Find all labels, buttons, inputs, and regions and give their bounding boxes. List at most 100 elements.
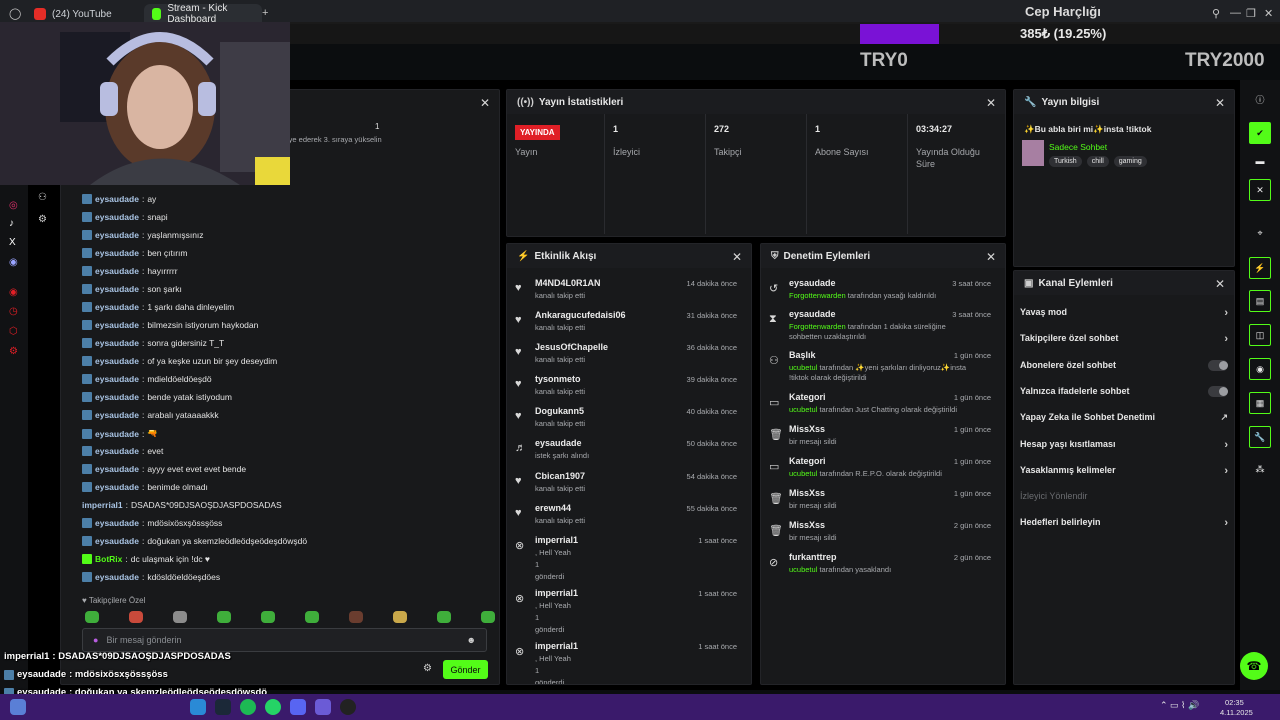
emote[interactable] [173, 611, 187, 623]
chat-username[interactable]: eysaudade [95, 302, 139, 312]
channel-action[interactable]: Yavaş mod › [1020, 307, 1228, 325]
channel-action[interactable]: Hedefleri belirleyin › [1020, 517, 1228, 535]
clock-icon[interactable]: ◷ [9, 306, 18, 317]
toggle-switch[interactable] [1208, 385, 1228, 397]
whatsapp-icon[interactable] [265, 699, 281, 715]
gear-icon[interactable]: ⚙ [9, 346, 18, 357]
moderator-name[interactable]: Forgottenwarden [789, 322, 846, 331]
chat-username[interactable]: eysaudade [95, 284, 139, 294]
moderator-name[interactable]: ucubetul [789, 565, 817, 574]
toggle-switch[interactable] [1208, 359, 1228, 371]
activity-username[interactable]: erewn44 [535, 503, 571, 513]
chat-username[interactable]: eysaudade [95, 356, 139, 366]
broadcast-icon[interactable]: ◉ [1249, 358, 1271, 380]
crosshair-icon[interactable]: ⌖ [1249, 222, 1271, 244]
moderation-target[interactable]: MissXss [789, 488, 825, 498]
minimize-icon[interactable]: — [1230, 7, 1241, 19]
chat-username[interactable]: eysaudade [95, 212, 139, 222]
moderation-target[interactable]: furkanttrep [789, 552, 837, 562]
steam-icon[interactable] [215, 699, 231, 715]
moderation-target[interactable]: MissXss [789, 424, 825, 434]
category-link[interactable]: Sadece Sohbet [1049, 142, 1107, 152]
emote[interactable] [217, 611, 231, 623]
app-icon[interactable] [315, 699, 331, 715]
activity-username[interactable]: Dogukann5 [535, 406, 584, 416]
moderation-target[interactable]: eysaudade [789, 278, 836, 288]
chat-icon[interactable]: ◫ [1249, 324, 1271, 346]
document-icon[interactable]: ▤ [1249, 290, 1271, 312]
spotify-icon[interactable] [240, 699, 256, 715]
chat-settings-icon[interactable]: ⚙ [423, 663, 432, 674]
activity-username[interactable]: imperrial1 [535, 535, 578, 545]
emote[interactable] [305, 611, 319, 623]
mic-icon[interactable]: ● [93, 635, 98, 645]
channel-action[interactable]: Yapay Zeka ile Sohbet Denetimi ↗ [1020, 412, 1228, 430]
users-icon[interactable]: ⚇ [38, 192, 47, 203]
activity-username[interactable]: eysaudade [535, 438, 582, 448]
chat-message-input[interactable]: ● Bir mesaj gönderin ☻ [82, 628, 487, 652]
activity-username[interactable]: Ankaragucufedaisi06 [535, 310, 626, 320]
moderation-target[interactable]: Kategori [789, 392, 826, 402]
restore-icon[interactable]: ❐ [1246, 7, 1256, 20]
channel-actions-close-button[interactable]: ✕ [1215, 277, 1225, 291]
activity-close-button[interactable]: ✕ [732, 250, 742, 264]
activity-username[interactable]: tysonmeto [535, 374, 581, 384]
chat-username[interactable]: eysaudade [95, 482, 139, 492]
moderator-name[interactable]: ucubetul [789, 469, 817, 478]
close-icon[interactable]: ✕ [1249, 179, 1271, 201]
wrench-icon[interactable]: 🔧 [1249, 426, 1271, 448]
moderation-close-button[interactable]: ✕ [986, 250, 996, 264]
emote[interactable] [481, 611, 495, 623]
moderator-name[interactable]: Forgottenwarden [789, 291, 846, 300]
emote[interactable] [437, 611, 451, 623]
check-icon[interactable]: ✔ [1249, 122, 1271, 144]
info-close-button[interactable]: ✕ [1215, 96, 1225, 110]
chat-username[interactable]: eysaudade [95, 320, 139, 330]
chat-username[interactable]: eysaudade [95, 230, 139, 240]
moderation-target[interactable]: eysaudade [789, 309, 836, 319]
discord-icon[interactable]: ◉ [9, 257, 18, 268]
chat-username[interactable]: eysaudade [95, 194, 139, 204]
apps-icon[interactable]: ⁂ [1249, 458, 1271, 480]
emote[interactable] [349, 611, 363, 623]
new-tab-button[interactable]: + [262, 7, 268, 19]
search-icon[interactable]: ⚲ [1212, 7, 1220, 20]
close-window-icon[interactable]: ✕ [1264, 7, 1273, 20]
emoji-icon[interactable]: ☻ [467, 635, 476, 645]
moderation-target[interactable]: Başlık [789, 350, 816, 360]
emote[interactable] [129, 611, 143, 623]
channel-action[interactable]: Hesap yaşı kısıtlaması › [1020, 439, 1228, 457]
channel-action[interactable]: Abonelere özel sohbet [1020, 359, 1228, 378]
shield-icon[interactable]: ⬡ [9, 326, 18, 337]
activity-username[interactable]: JesusOfChapelle [535, 342, 608, 352]
chat-username[interactable]: eysaudade [95, 572, 139, 582]
tray-icons[interactable]: ⌃ ▭ ⌇ 🔊 [1160, 700, 1199, 711]
chat-username[interactable]: eysaudade [95, 392, 139, 402]
channel-action[interactable]: Yasaklanmış kelimeler › [1020, 465, 1228, 483]
stats-close-button[interactable]: ✕ [986, 96, 996, 110]
chat-username[interactable]: eysaudade [95, 464, 139, 474]
chat-username[interactable]: eysaudade [95, 429, 139, 439]
tab-youtube[interactable]: (24) YouTube [26, 4, 144, 24]
moderation-target[interactable]: Kategori [789, 456, 826, 466]
chat-username[interactable]: eysaudade [95, 338, 139, 348]
activity-username[interactable]: imperrial1 [535, 588, 578, 598]
tiktok-icon[interactable]: ♪ [9, 218, 14, 229]
activity-username[interactable]: M4ND4L0R1AN [535, 278, 601, 288]
chat-username[interactable]: BotRix [95, 554, 122, 564]
instagram-icon[interactable]: ◎ [9, 200, 18, 211]
tag[interactable]: chill [1086, 156, 1109, 167]
emote[interactable] [393, 611, 407, 623]
send-button[interactable]: Gönder [443, 660, 488, 679]
activity-username[interactable]: imperrial1 [535, 641, 578, 651]
chat-username[interactable]: eysaudade [95, 248, 139, 258]
chat-close-button[interactable]: ✕ [480, 96, 490, 110]
settings-icon[interactable]: ⚙ [38, 214, 47, 225]
obs-icon[interactable] [340, 699, 356, 715]
start-icon[interactable] [10, 699, 26, 715]
activity-username[interactable]: Cbican1907 [535, 471, 585, 481]
chat-username[interactable]: eysaudade [95, 446, 139, 456]
spotify-icon[interactable]: ◉ [9, 287, 18, 298]
channel-action[interactable]: Yalnızca ifadelerle sohbet [1020, 385, 1228, 404]
monitor-icon[interactable]: ▬ [1249, 150, 1271, 172]
